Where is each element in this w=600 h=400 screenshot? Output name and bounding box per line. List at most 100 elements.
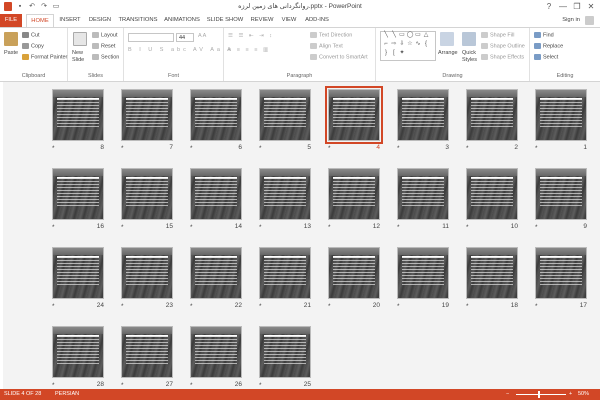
transition-marker[interactable]: * (121, 382, 124, 389)
transition-marker[interactable]: * (397, 224, 400, 231)
zoom-out-icon[interactable]: − (506, 391, 509, 397)
zoom-level[interactable]: 50% (578, 391, 589, 397)
section-button[interactable]: Section (92, 54, 119, 60)
avatar[interactable] (585, 16, 594, 25)
slide-thumbnail[interactable] (397, 89, 449, 141)
slide-thumbnail[interactable] (397, 247, 449, 299)
shape-outline-button[interactable]: Shape Outline (481, 43, 525, 49)
star-shape-icon[interactable]: ☆ (406, 41, 414, 48)
transition-marker[interactable]: * (535, 145, 538, 152)
transition-marker[interactable]: * (121, 224, 124, 231)
restore-button[interactable]: ❐ (570, 0, 584, 13)
line-shape-icon[interactable]: ╲ (390, 32, 398, 39)
zoom-in-icon[interactable]: + (569, 391, 572, 397)
transition-marker[interactable]: * (52, 382, 55, 389)
transition-marker[interactable]: * (328, 145, 331, 152)
slide-thumbnail[interactable] (535, 168, 587, 220)
tab-insert[interactable]: INSERT (56, 14, 84, 27)
layout-button[interactable]: Layout (92, 32, 118, 38)
tab-transitions[interactable]: TRANSITIONS (116, 14, 160, 27)
zoom-slider[interactable] (516, 394, 566, 395)
slide-thumbnail[interactable] (121, 168, 173, 220)
slide-thumbnail[interactable] (52, 247, 104, 299)
slide-thumbnail[interactable] (190, 89, 242, 141)
transition-marker[interactable]: * (259, 303, 262, 310)
alignment-buttons[interactable]: ≡ ≡ ≡ ≡ ▥ (228, 47, 270, 53)
rectangle-shape-icon[interactable]: ▭ (414, 32, 422, 39)
replace-button[interactable]: Replace (534, 43, 563, 49)
grow-font-icon[interactable]: A A (198, 33, 206, 39)
reset-button[interactable]: Reset (92, 43, 115, 49)
slide-thumbnail[interactable] (190, 326, 242, 378)
convert-smartart-button[interactable]: Convert to SmartArt (310, 54, 368, 60)
slide-thumbnail[interactable] (190, 247, 242, 299)
tab-home[interactable]: HOME (26, 14, 54, 27)
quick-styles-icon[interactable] (462, 32, 476, 46)
slide-thumbnail[interactable] (121, 247, 173, 299)
tab-file[interactable]: FILE (0, 14, 22, 27)
transition-marker[interactable]: * (52, 145, 55, 152)
transition-marker[interactable]: * (190, 303, 193, 310)
arrange-icon[interactable] (440, 32, 454, 46)
slide-thumbnail[interactable] (259, 326, 311, 378)
transition-marker[interactable]: * (535, 303, 538, 310)
slide-thumbnail[interactable] (259, 247, 311, 299)
transition-marker[interactable]: * (259, 145, 262, 152)
transition-marker[interactable]: * (121, 303, 124, 310)
transition-marker[interactable]: * (190, 145, 193, 152)
tab-design[interactable]: DESIGN (86, 14, 114, 27)
tab-slide-show[interactable]: SLIDE SHOW (206, 14, 244, 27)
new-slide-label-2[interactable]: Slide (72, 57, 84, 63)
align-text-button[interactable]: Align Text (310, 43, 343, 49)
star-shape-icon[interactable]: ✦ (398, 50, 406, 57)
tab-review[interactable]: REVIEW (248, 14, 276, 27)
tab-view[interactable]: VIEW (278, 14, 300, 27)
shape-fill-button[interactable]: Shape Fill (481, 32, 514, 38)
transition-marker[interactable]: * (397, 303, 400, 310)
elbow-connector-icon[interactable]: ⌐ (382, 41, 390, 48)
slide-thumbnail[interactable] (121, 326, 173, 378)
bracket-shape-icon[interactable]: [ (390, 50, 398, 57)
arrow-shape-icon[interactable]: ⇨ (390, 41, 398, 48)
select-button[interactable]: Select (534, 54, 558, 60)
paste-icon[interactable] (4, 32, 18, 46)
quick-styles-button-2[interactable]: Styles (462, 57, 477, 63)
arrow-shape-icon[interactable]: ⇩ (398, 41, 406, 48)
slide-thumbnail[interactable] (328, 247, 380, 299)
transition-marker[interactable]: * (190, 224, 193, 231)
slide-thumbnail[interactable] (535, 89, 587, 141)
slide-thumbnail[interactable] (259, 89, 311, 141)
shapes-gallery[interactable]: ╲ ╲ ▭ ◯ ▭ △ ⌐ ⇨ ⇩ ☆ ∿ { } [ ✦ (380, 31, 436, 61)
transition-marker[interactable]: * (259, 224, 262, 231)
triangle-shape-icon[interactable]: △ (422, 32, 430, 39)
new-slide-label[interactable]: New (72, 50, 83, 56)
shape-effects-button[interactable]: Shape Effects (481, 54, 524, 60)
slide-thumbnail[interactable] (259, 168, 311, 220)
slide-thumbnail[interactable] (466, 89, 518, 141)
paste-button[interactable]: Paste (4, 50, 18, 56)
transition-marker[interactable]: * (466, 303, 469, 310)
font-name-combobox[interactable] (128, 33, 174, 42)
transition-marker[interactable]: * (121, 145, 124, 152)
slide-thumbnail[interactable] (121, 89, 173, 141)
oval-shape-icon[interactable]: ◯ (406, 32, 414, 39)
curve-shape-icon[interactable]: ∿ (414, 41, 422, 48)
list-buttons[interactable]: ☰ ☰ ⇤ ⇥ ↕ (228, 33, 274, 39)
slide-thumbnail[interactable] (466, 247, 518, 299)
slide-thumbnail[interactable] (52, 326, 104, 378)
transition-marker[interactable]: * (190, 382, 193, 389)
tab-add-ins[interactable]: ADD-INS (302, 14, 332, 27)
font-size-combobox[interactable]: 44 (176, 33, 194, 42)
find-button[interactable]: Find (534, 32, 554, 38)
font-style-buttons[interactable]: B I U S abc AV Aa A (128, 47, 234, 53)
rectangle-shape-icon[interactable]: ▭ (398, 32, 406, 39)
slide-thumbnail[interactable] (52, 168, 104, 220)
transition-marker[interactable]: * (397, 145, 400, 152)
transition-marker[interactable]: * (466, 145, 469, 152)
slide-thumbnail[interactable] (190, 168, 242, 220)
transition-marker[interactable]: * (328, 303, 331, 310)
format-painter-button[interactable]: Format Painter (22, 54, 67, 60)
arrange-button[interactable]: Arrange (438, 50, 458, 56)
quick-styles-button[interactable]: Quick (462, 50, 476, 56)
transition-marker[interactable]: * (259, 382, 262, 389)
